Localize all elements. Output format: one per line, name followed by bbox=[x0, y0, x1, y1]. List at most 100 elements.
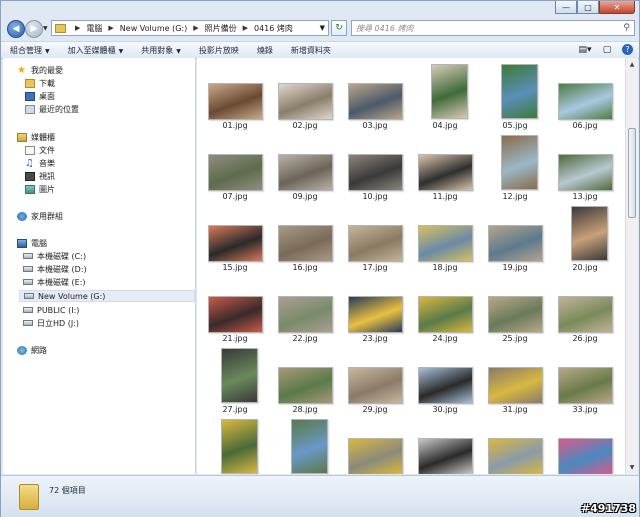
address-bar[interactable]: ▶ 電腦 ▶ New Volume (G:) ▶ 照片備份 ▶ 0416 烤肉 … bbox=[51, 20, 329, 36]
slideshow-button[interactable]: 投影片放映 bbox=[190, 45, 248, 56]
file-item[interactable]: 06.jpg bbox=[553, 64, 613, 134]
close-button[interactable]: ✕ bbox=[599, 1, 635, 14]
file-item[interactable]: 12.jpg bbox=[483, 135, 543, 205]
sidebar-item-recent-places[interactable]: 最近的位置 bbox=[25, 103, 216, 115]
file-name: 33.jpg bbox=[572, 405, 598, 414]
breadcrumb-photo-backup[interactable]: 照片備份 bbox=[205, 23, 237, 34]
vertical-scrollbar[interactable]: ▲ ▼ bbox=[625, 58, 638, 474]
sidebar-item-downloads[interactable]: 下載 bbox=[25, 77, 216, 89]
command-bar: 組合管理 ▼ 加入至媒體櫃 ▼ 共用對象 ▼ 投影片放映 燒錄 新增資料夾 ▤▾ ▢ … bbox=[1, 41, 639, 59]
file-item[interactable]: 35.jpg bbox=[273, 419, 333, 474]
sidebar-item-music[interactable]: ♫ 音樂 bbox=[25, 157, 216, 169]
file-name: 30.jpg bbox=[432, 405, 458, 414]
file-item[interactable]: 39.jpg bbox=[483, 419, 543, 474]
breadcrumb-computer[interactable]: 電腦 bbox=[86, 23, 102, 34]
sidebar-item-drive-i[interactable]: PUBLIC (I:) bbox=[23, 304, 214, 316]
file-item[interactable]: 31.jpg bbox=[483, 348, 543, 418]
sidebar-item-drive-j[interactable]: 日立HD (J:) bbox=[23, 317, 214, 329]
share-with-menu[interactable]: 共用對象 ▼ bbox=[132, 45, 190, 56]
file-item[interactable]: 25.jpg bbox=[483, 277, 543, 347]
sidebar-item-computer[interactable]: 電腦 bbox=[17, 237, 208, 249]
breadcrumb-separator-icon[interactable]: ▶ bbox=[193, 24, 198, 32]
file-item[interactable]: 16.jpg bbox=[273, 206, 333, 276]
scroll-up-icon[interactable]: ▲ bbox=[627, 59, 637, 70]
address-dropdown-icon[interactable]: ▼ bbox=[320, 24, 325, 32]
file-item[interactable]: 22.jpg bbox=[273, 277, 333, 347]
help-icon[interactable]: ? bbox=[622, 44, 633, 55]
sidebar-item-pictures[interactable]: 圖片 bbox=[25, 183, 216, 195]
burn-button[interactable]: 燒錄 bbox=[248, 45, 282, 56]
new-folder-button[interactable]: 新增資料夾 bbox=[282, 45, 340, 56]
file-item[interactable]: 21.jpg bbox=[203, 277, 263, 347]
sidebar-item-favorites[interactable]: ★ 我的最愛 bbox=[17, 64, 208, 76]
file-item[interactable]: 34.jpg bbox=[203, 419, 263, 474]
file-item[interactable]: 23.jpg bbox=[343, 277, 403, 347]
image-thumbnail bbox=[488, 438, 543, 474]
breadcrumb-separator-icon[interactable]: ▶ bbox=[243, 24, 248, 32]
sidebar-item-desktop[interactable]: 桌面 bbox=[25, 90, 216, 102]
file-item[interactable]: 37.jpg bbox=[343, 419, 403, 474]
breadcrumb-separator-icon[interactable]: ▶ bbox=[75, 24, 80, 32]
file-item[interactable]: 11.jpg bbox=[413, 135, 473, 205]
file-item[interactable]: 20.jpg bbox=[553, 206, 613, 276]
file-item[interactable]: 26.jpg bbox=[553, 277, 613, 347]
refresh-icon[interactable]: ↻ bbox=[331, 20, 347, 36]
image-thumbnail bbox=[221, 348, 258, 403]
scroll-down-icon[interactable]: ▼ bbox=[627, 462, 637, 473]
organize-menu[interactable]: 組合管理 ▼ bbox=[1, 45, 59, 56]
file-item[interactable]: 07.jpg bbox=[203, 135, 263, 205]
image-thumbnail bbox=[418, 438, 473, 474]
sidebar-item-drive-g[interactable]: New Volume (G:) bbox=[19, 290, 195, 302]
forward-arrow-icon[interactable]: ▶ bbox=[25, 20, 43, 38]
file-item[interactable]: 28.jpg bbox=[273, 348, 333, 418]
file-item[interactable]: 27.jpg bbox=[203, 348, 263, 418]
file-item[interactable]: 05.jpg bbox=[483, 64, 543, 134]
file-name: 09.jpg bbox=[292, 192, 318, 201]
recent-pages-dropdown-icon[interactable]: ▼ bbox=[43, 25, 48, 32]
file-item[interactable]: 18.jpg bbox=[413, 206, 473, 276]
minimize-button[interactable]: — bbox=[555, 1, 577, 14]
sidebar-item-libraries[interactable]: 媒體櫃 bbox=[17, 131, 208, 143]
file-item[interactable]: 03.jpg bbox=[343, 64, 403, 134]
sidebar-item-documents[interactable]: 文件 bbox=[25, 144, 216, 156]
scrollbar-thumb[interactable] bbox=[628, 128, 636, 218]
sidebar-item-videos[interactable]: 視訊 bbox=[25, 170, 216, 182]
sidebar-item-drive-c[interactable]: 本機磁碟 (C:) bbox=[23, 250, 214, 262]
view-options-icon[interactable]: ▤▾ bbox=[578, 43, 592, 56]
preview-pane-icon[interactable]: ▢ bbox=[600, 43, 614, 56]
breadcrumb-current-folder[interactable]: 0416 烤肉 bbox=[254, 23, 293, 34]
image-thumbnail bbox=[558, 154, 613, 191]
file-item[interactable]: 13.jpg bbox=[553, 135, 613, 205]
sidebar-item-homegroup[interactable]: 家用群組 bbox=[17, 210, 208, 222]
include-in-library-menu[interactable]: 加入至媒體櫃 ▼ bbox=[59, 45, 133, 56]
file-item[interactable]: 15.jpg bbox=[203, 206, 263, 276]
file-item[interactable]: 41.jpg bbox=[553, 419, 613, 474]
file-item[interactable]: 02.jpg bbox=[273, 64, 333, 134]
file-item[interactable]: 09.jpg bbox=[273, 135, 333, 205]
file-item[interactable]: 04.jpg bbox=[413, 64, 473, 134]
file-item[interactable]: 38.jpg bbox=[413, 419, 473, 474]
file-name: 26.jpg bbox=[572, 334, 598, 343]
file-item[interactable]: 24.jpg bbox=[413, 277, 473, 347]
file-item[interactable]: 17.jpg bbox=[343, 206, 403, 276]
search-icon[interactable]: ⚲ bbox=[623, 23, 630, 33]
image-thumbnail bbox=[348, 154, 403, 191]
file-item[interactable]: 29.jpg bbox=[343, 348, 403, 418]
image-thumbnail bbox=[348, 296, 403, 333]
sidebar-item-network[interactable]: 網路 bbox=[17, 344, 208, 356]
sidebar-item-drive-d[interactable]: 本機磁碟 (D:) bbox=[23, 263, 214, 275]
back-arrow-icon[interactable]: ◀ bbox=[7, 20, 25, 38]
breadcrumb-separator-icon[interactable]: ▶ bbox=[108, 24, 113, 32]
file-item[interactable]: 10.jpg bbox=[343, 135, 403, 205]
search-input[interactable]: 搜尋 0416 烤肉 ⚲ bbox=[351, 20, 635, 36]
downloads-folder-icon bbox=[25, 78, 35, 88]
file-item[interactable]: 33.jpg bbox=[553, 348, 613, 418]
image-thumbnail bbox=[278, 296, 333, 333]
image-thumbnail bbox=[558, 83, 613, 120]
maximize-button[interactable]: □ bbox=[577, 1, 599, 14]
breadcrumb-drive[interactable]: New Volume (G:) bbox=[120, 24, 187, 33]
sidebar-item-drive-e[interactable]: 本機磁碟 (E:) bbox=[23, 276, 214, 288]
file-item[interactable]: 01.jpg bbox=[203, 64, 263, 134]
file-item[interactable]: 30.jpg bbox=[413, 348, 473, 418]
file-item[interactable]: 19.jpg bbox=[483, 206, 543, 276]
